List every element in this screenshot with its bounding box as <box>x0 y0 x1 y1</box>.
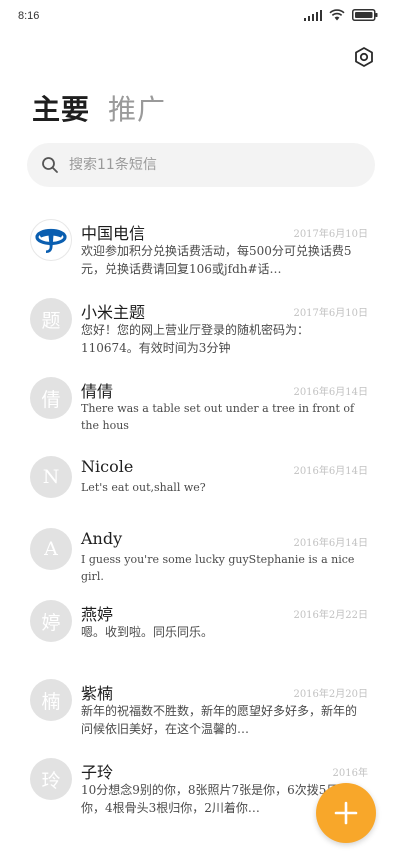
compose-button[interactable] <box>316 783 376 843</box>
message-preview: 嗯。收到啦。同乐同乐。 <box>81 625 214 639</box>
message-preview: I guess you're some lucky guyStephanie i… <box>81 553 355 583</box>
contact-name: 小米主题 <box>81 303 146 322</box>
message-preview: There was a table set out under a tree i… <box>81 402 355 432</box>
message-date: 2017年6月10日 <box>293 229 368 240</box>
contact-name: Andy <box>81 529 123 548</box>
message-date: 2016年2月20日 <box>293 689 368 700</box>
plus-icon <box>334 801 358 825</box>
avatar: 题 <box>30 298 72 340</box>
avatar: N <box>30 456 72 498</box>
contact-name: Nicole <box>81 457 134 476</box>
avatar: 倩 <box>30 377 72 419</box>
message-preview: 新年的祝福数不胜数，新年的愿望好多好多，新年的问候依旧美好，在这个温馨的… <box>81 704 358 736</box>
tab-primary[interactable]: 主要 <box>32 88 90 128</box>
contact-name: 紫楠 <box>81 684 114 703</box>
avatar: 楠 <box>30 679 72 721</box>
contact-name: 倩倩 <box>81 382 114 401</box>
avatar: A <box>30 528 72 570</box>
tab-bar: 主要 推广 <box>32 88 166 128</box>
message-row[interactable]: 婷 燕婷 2016年2月22日 嗯。收到啦。同乐同乐。 <box>0 586 400 665</box>
china-telecom-logo-icon <box>35 228 67 253</box>
message-date: 2016年6月14日 <box>293 466 368 477</box>
contact-name: 子玲 <box>81 763 114 782</box>
search-input[interactable] <box>69 157 339 173</box>
tab-promotions[interactable]: 推广 <box>108 88 166 128</box>
message-preview: Let's eat out,shall we? <box>81 481 206 494</box>
message-row[interactable]: 倩 倩倩 2016年6月14日 There was a table set ou… <box>0 363 400 442</box>
message-date: 2016年 <box>332 768 368 779</box>
avatar <box>30 219 72 261</box>
avatar: 婷 <box>30 600 72 642</box>
status-icons <box>304 9 378 21</box>
message-row[interactable]: A Andy 2016年6月14日 I guess you're some lu… <box>0 514 400 586</box>
contact-name: 中国电信 <box>81 224 146 243</box>
message-date: 2016年6月14日 <box>293 387 368 398</box>
search-icon <box>42 157 58 173</box>
cellular-signal-icon <box>304 9 322 21</box>
message-preview: 欢迎参加积分兑换话费活动，每500分可兑换话费5元，兑换话费请回复106或jfd… <box>81 244 352 276</box>
settings-button[interactable] <box>352 45 376 69</box>
settings-hexagon-icon <box>355 47 373 67</box>
status-time: 8:16 <box>18 10 40 22</box>
avatar: 玲 <box>30 758 72 800</box>
status-bar: 8:16 <box>0 0 400 34</box>
wifi-icon <box>329 9 345 21</box>
contact-name: 燕婷 <box>81 605 114 624</box>
message-row[interactable]: 中国电信 2017年6月10日 欢迎参加积分兑换话费活动，每500分可兑换话费5… <box>0 205 400 284</box>
message-date: 2016年6月14日 <box>293 538 368 549</box>
message-row[interactable]: N Nicole 2016年6月14日 Let's eat out,shall … <box>0 442 400 514</box>
battery-icon <box>352 9 378 21</box>
search-bar[interactable] <box>27 143 375 187</box>
message-row[interactable]: 题 小米主题 2017年6月10日 您好！您的网上营业厅登录的随机密码为：110… <box>0 284 400 363</box>
message-date: 2017年6月10日 <box>293 308 368 319</box>
message-row[interactable]: 楠 紫楠 2016年2月20日 新年的祝福数不胜数，新年的愿望好多好多，新年的问… <box>0 665 400 744</box>
message-date: 2016年2月22日 <box>293 610 368 621</box>
message-preview: 您好！您的网上营业厅登录的随机密码为：110674。有效时间为3分钟 <box>81 323 310 355</box>
message-list: 中国电信 2017年6月10日 欢迎参加积分兑换话费活动，每500分可兑换话费5… <box>0 205 400 823</box>
